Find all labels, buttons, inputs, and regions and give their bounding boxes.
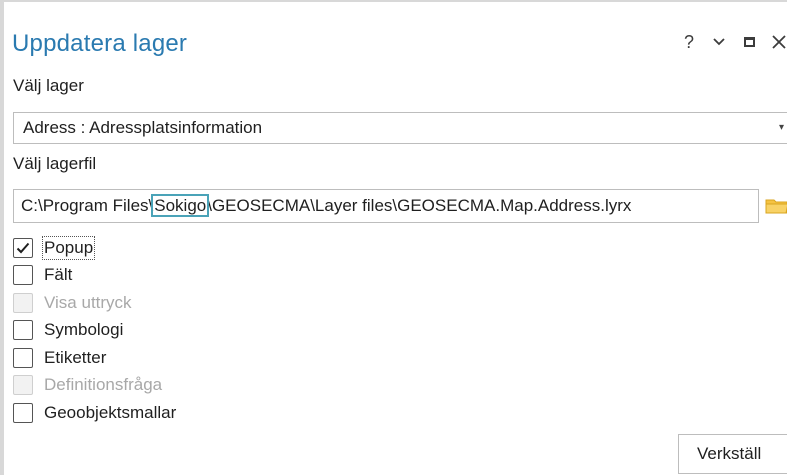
update-layer-pane: Uppdatera lager ? Välj lager Adress : Ad… (0, 0, 787, 475)
labels-checkbox[interactable] (13, 347, 33, 368)
option-show-expression: Visa uttryck (13, 289, 176, 317)
option-fields[interactable]: Fält (13, 262, 176, 290)
layer-file-path-input[interactable]: C:\Program Files\Sokigo\GEOSECMA\Layer f… (13, 189, 759, 223)
feature-templates-checkbox[interactable] (13, 402, 33, 423)
apply-button[interactable]: Verkställ (678, 434, 787, 474)
feature-templates-label: Geoobjektsmallar (44, 402, 177, 422)
layer-dropdown[interactable]: Adress : Adressplatsinformation ▾ (13, 112, 787, 144)
fields-label: Fält (44, 265, 73, 285)
path-highlighted-segment: Sokigo (151, 194, 210, 217)
labels-label: Etiketter (44, 347, 107, 367)
help-button[interactable]: ? (681, 32, 697, 52)
option-definition-query: Definitionsfråga (13, 372, 176, 400)
maximize-icon (743, 37, 755, 47)
options-checklist: Popup Fält Visa uttryck Symbologi Etiket… (13, 234, 176, 427)
popup-label: Popup (41, 235, 96, 260)
browse-folder-icon[interactable] (765, 198, 787, 214)
option-symbology[interactable]: Symbologi (13, 317, 176, 345)
chevron-down-icon (713, 38, 725, 46)
close-icon (772, 35, 786, 49)
close-button[interactable] (771, 32, 787, 52)
path-suffix: \GEOSECMA\Layer files\GEOSECMA.Map.Addre… (207, 196, 632, 215)
checkmark-icon (16, 242, 30, 254)
symbology-label: Symbologi (44, 320, 124, 340)
help-icon: ? (683, 31, 694, 52)
show-expression-checkbox (13, 292, 33, 313)
select-layer-label: Välj lager (13, 76, 84, 95)
select-layer-file-label: Välj lagerfil (13, 154, 97, 173)
maximize-button[interactable] (741, 32, 757, 52)
option-labels[interactable]: Etiketter (13, 344, 176, 372)
pane-title: Uppdatera lager (12, 30, 188, 57)
definition-query-label: Definitionsfråga (44, 375, 163, 395)
title-controls: ? (681, 32, 787, 52)
fields-checkbox[interactable] (13, 265, 33, 286)
dropdown-arrow-icon: ▾ (778, 122, 784, 133)
layer-dropdown-value: Adress : Adressplatsinformation (23, 118, 263, 137)
show-expression-label: Visa uttryck (44, 292, 132, 312)
symbology-checkbox[interactable] (13, 320, 33, 341)
popup-checkbox[interactable] (13, 237, 33, 258)
options-menu-button[interactable] (711, 32, 727, 52)
option-popup[interactable]: Popup (13, 234, 176, 262)
option-feature-templates[interactable]: Geoobjektsmallar (13, 399, 176, 427)
definition-query-checkbox (13, 375, 33, 396)
path-prefix: C:\Program Files\ (21, 196, 154, 215)
